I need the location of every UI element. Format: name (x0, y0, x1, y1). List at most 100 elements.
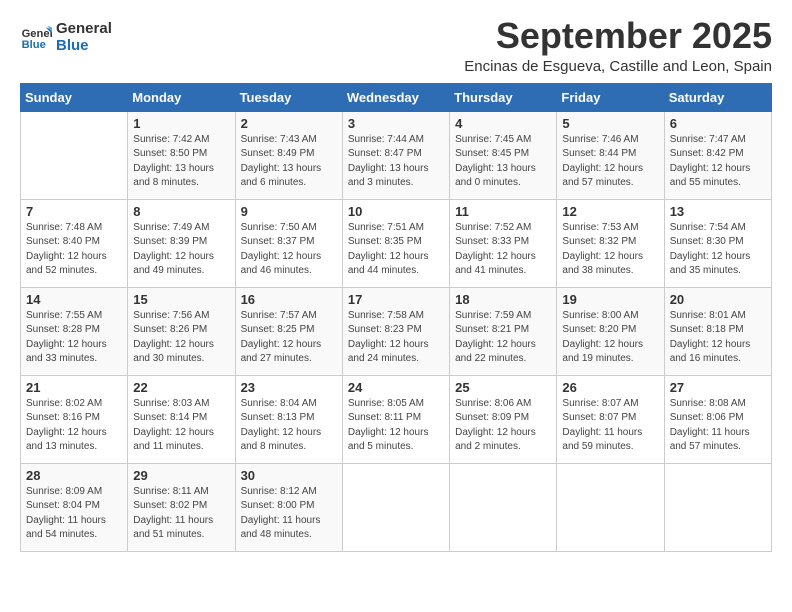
calendar-cell (450, 463, 557, 551)
day-info: Sunrise: 7:49 AM Sunset: 8:39 PM Dayligh… (133, 221, 229, 279)
calendar-cell: 5 Sunrise: 7:46 AM Sunset: 8:44 PM Daylig… (557, 111, 664, 199)
calendar-week-row: 14 Sunrise: 7:55 AM Sunset: 8:28 PM Dayli… (21, 287, 772, 375)
day-number: 7 (26, 204, 122, 219)
day-number: 12 (562, 204, 658, 219)
calendar-cell: 30 Sunrise: 8:12 AM Sunset: 8:00 PM Dayli… (235, 463, 342, 551)
day-info: Sunrise: 7:51 AM Sunset: 8:35 PM Dayligh… (348, 221, 444, 279)
calendar-cell: 6 Sunrise: 7:47 AM Sunset: 8:42 PM Daylig… (664, 111, 771, 199)
calendar-cell: 27 Sunrise: 8:08 AM Sunset: 8:06 PM Dayli… (664, 375, 771, 463)
weekday-header-saturday: Saturday (664, 83, 771, 111)
day-number: 23 (241, 380, 337, 395)
day-number: 6 (670, 116, 766, 131)
calendar-cell: 24 Sunrise: 8:05 AM Sunset: 8:11 PM Dayli… (342, 375, 449, 463)
day-number: 26 (562, 380, 658, 395)
day-info: Sunrise: 7:50 AM Sunset: 8:37 PM Dayligh… (241, 221, 337, 279)
calendar-cell: 16 Sunrise: 7:57 AM Sunset: 8:25 PM Dayli… (235, 287, 342, 375)
day-number: 15 (133, 292, 229, 307)
day-number: 9 (241, 204, 337, 219)
day-info: Sunrise: 7:56 AM Sunset: 8:26 PM Dayligh… (133, 309, 229, 367)
day-number: 18 (455, 292, 551, 307)
calendar-cell: 12 Sunrise: 7:53 AM Sunset: 8:32 PM Dayli… (557, 199, 664, 287)
day-info: Sunrise: 8:02 AM Sunset: 8:16 PM Dayligh… (26, 397, 122, 455)
calendar-cell: 17 Sunrise: 7:58 AM Sunset: 8:23 PM Dayli… (342, 287, 449, 375)
calendar-week-row: 21 Sunrise: 8:02 AM Sunset: 8:16 PM Dayli… (21, 375, 772, 463)
day-number: 30 (241, 468, 337, 483)
day-info: Sunrise: 8:01 AM Sunset: 8:18 PM Dayligh… (670, 309, 766, 367)
day-number: 28 (26, 468, 122, 483)
day-number: 25 (455, 380, 551, 395)
calendar-week-row: 7 Sunrise: 7:48 AM Sunset: 8:40 PM Daylig… (21, 199, 772, 287)
calendar-cell: 29Sunrise: 8:11 AM Sunset: 8:02 PM Dayli… (128, 463, 235, 551)
day-info: Sunrise: 7:58 AM Sunset: 8:23 PM Dayligh… (348, 309, 444, 367)
day-info: Sunrise: 7:55 AM Sunset: 8:28 PM Dayligh… (26, 309, 122, 367)
calendar-cell: 22Sunrise: 8:03 AM Sunset: 8:14 PM Dayli… (128, 375, 235, 463)
day-number: 17 (348, 292, 444, 307)
day-info: Sunrise: 7:44 AM Sunset: 8:47 PM Dayligh… (348, 133, 444, 191)
day-info: Sunrise: 8:09 AM Sunset: 8:04 PM Dayligh… (26, 485, 122, 543)
weekday-header-monday: Monday (128, 83, 235, 111)
day-info: Sunrise: 8:04 AM Sunset: 8:13 PM Dayligh… (241, 397, 337, 455)
title-block: September 2025 Encinas de Esgueva, Casti… (464, 16, 772, 75)
day-info: Sunrise: 8:00 AM Sunset: 8:20 PM Dayligh… (562, 309, 658, 367)
location-subtitle: Encinas de Esgueva, Castille and Leon, S… (464, 58, 772, 75)
calendar-cell: 19 Sunrise: 8:00 AM Sunset: 8:20 PM Dayli… (557, 287, 664, 375)
calendar-cell: 15 Sunrise: 7:56 AM Sunset: 8:26 PM Dayli… (128, 287, 235, 375)
day-number: 24 (348, 380, 444, 395)
logo-general: General (56, 20, 112, 37)
day-number: 27 (670, 380, 766, 395)
calendar-cell: 10 Sunrise: 7:51 AM Sunset: 8:35 PM Dayli… (342, 199, 449, 287)
month-title: September 2025 (464, 16, 772, 56)
logo-icon: General Blue (20, 21, 52, 53)
calendar-table: SundayMondayTuesdayWednesdayThursdayFrid… (20, 83, 772, 552)
day-number: 21 (26, 380, 122, 395)
day-info: Sunrise: 7:53 AM Sunset: 8:32 PM Dayligh… (562, 221, 658, 279)
day-number: 16 (241, 292, 337, 307)
day-info: Sunrise: 7:47 AM Sunset: 8:42 PM Dayligh… (670, 133, 766, 191)
svg-text:Blue: Blue (22, 39, 46, 51)
day-number: 5 (562, 116, 658, 131)
day-info: Sunrise: 8:12 AM Sunset: 8:00 PM Dayligh… (241, 485, 337, 543)
calendar-cell: 4Sunrise: 7:45 AM Sunset: 8:45 PM Daylig… (450, 111, 557, 199)
calendar-cell: 20 Sunrise: 8:01 AM Sunset: 8:18 PM Dayli… (664, 287, 771, 375)
calendar-cell: 13Sunrise: 7:54 AM Sunset: 8:30 PM Dayli… (664, 199, 771, 287)
calendar-cell: 3Sunrise: 7:44 AM Sunset: 8:47 PM Daylig… (342, 111, 449, 199)
logo: General Blue General Blue (20, 20, 112, 54)
day-info: Sunrise: 8:05 AM Sunset: 8:11 PM Dayligh… (348, 397, 444, 455)
day-number: 2 (241, 116, 337, 131)
day-number: 4 (455, 116, 551, 131)
calendar-cell: 8 Sunrise: 7:49 AM Sunset: 8:39 PM Daylig… (128, 199, 235, 287)
day-info: Sunrise: 8:06 AM Sunset: 8:09 PM Dayligh… (455, 397, 551, 455)
day-number: 19 (562, 292, 658, 307)
day-info: Sunrise: 7:52 AM Sunset: 8:33 PM Dayligh… (455, 221, 551, 279)
day-number: 1 (133, 116, 229, 131)
calendar-cell: 25 Sunrise: 8:06 AM Sunset: 8:09 PM Dayli… (450, 375, 557, 463)
calendar-cell: 11 Sunrise: 7:52 AM Sunset: 8:33 PM Dayli… (450, 199, 557, 287)
day-info: Sunrise: 7:57 AM Sunset: 8:25 PM Dayligh… (241, 309, 337, 367)
day-info: Sunrise: 7:59 AM Sunset: 8:21 PM Dayligh… (455, 309, 551, 367)
calendar-cell: 23 Sunrise: 8:04 AM Sunset: 8:13 PM Dayli… (235, 375, 342, 463)
calendar-cell: 2Sunrise: 7:43 AM Sunset: 8:49 PM Daylig… (235, 111, 342, 199)
weekday-header-thursday: Thursday (450, 83, 557, 111)
calendar-cell (21, 111, 128, 199)
calendar-cell: 28 Sunrise: 8:09 AM Sunset: 8:04 PM Dayli… (21, 463, 128, 551)
weekday-header-friday: Friday (557, 83, 664, 111)
day-number: 8 (133, 204, 229, 219)
weekday-header-wednesday: Wednesday (342, 83, 449, 111)
day-info: Sunrise: 8:08 AM Sunset: 8:06 PM Dayligh… (670, 397, 766, 455)
calendar-cell: 9 Sunrise: 7:50 AM Sunset: 8:37 PM Daylig… (235, 199, 342, 287)
day-number: 14 (26, 292, 122, 307)
day-number: 10 (348, 204, 444, 219)
calendar-cell: 26 Sunrise: 8:07 AM Sunset: 8:07 PM Dayli… (557, 375, 664, 463)
calendar-cell (342, 463, 449, 551)
day-info: Sunrise: 7:42 AM Sunset: 8:50 PM Dayligh… (133, 133, 229, 191)
day-info: Sunrise: 7:46 AM Sunset: 8:44 PM Dayligh… (562, 133, 658, 191)
day-number: 11 (455, 204, 551, 219)
day-number: 22 (133, 380, 229, 395)
weekday-header-tuesday: Tuesday (235, 83, 342, 111)
day-number: 20 (670, 292, 766, 307)
calendar-cell (664, 463, 771, 551)
day-info: Sunrise: 8:07 AM Sunset: 8:07 PM Dayligh… (562, 397, 658, 455)
day-info: Sunrise: 7:48 AM Sunset: 8:40 PM Dayligh… (26, 221, 122, 279)
calendar-cell (557, 463, 664, 551)
svg-text:General: General (22, 28, 52, 40)
